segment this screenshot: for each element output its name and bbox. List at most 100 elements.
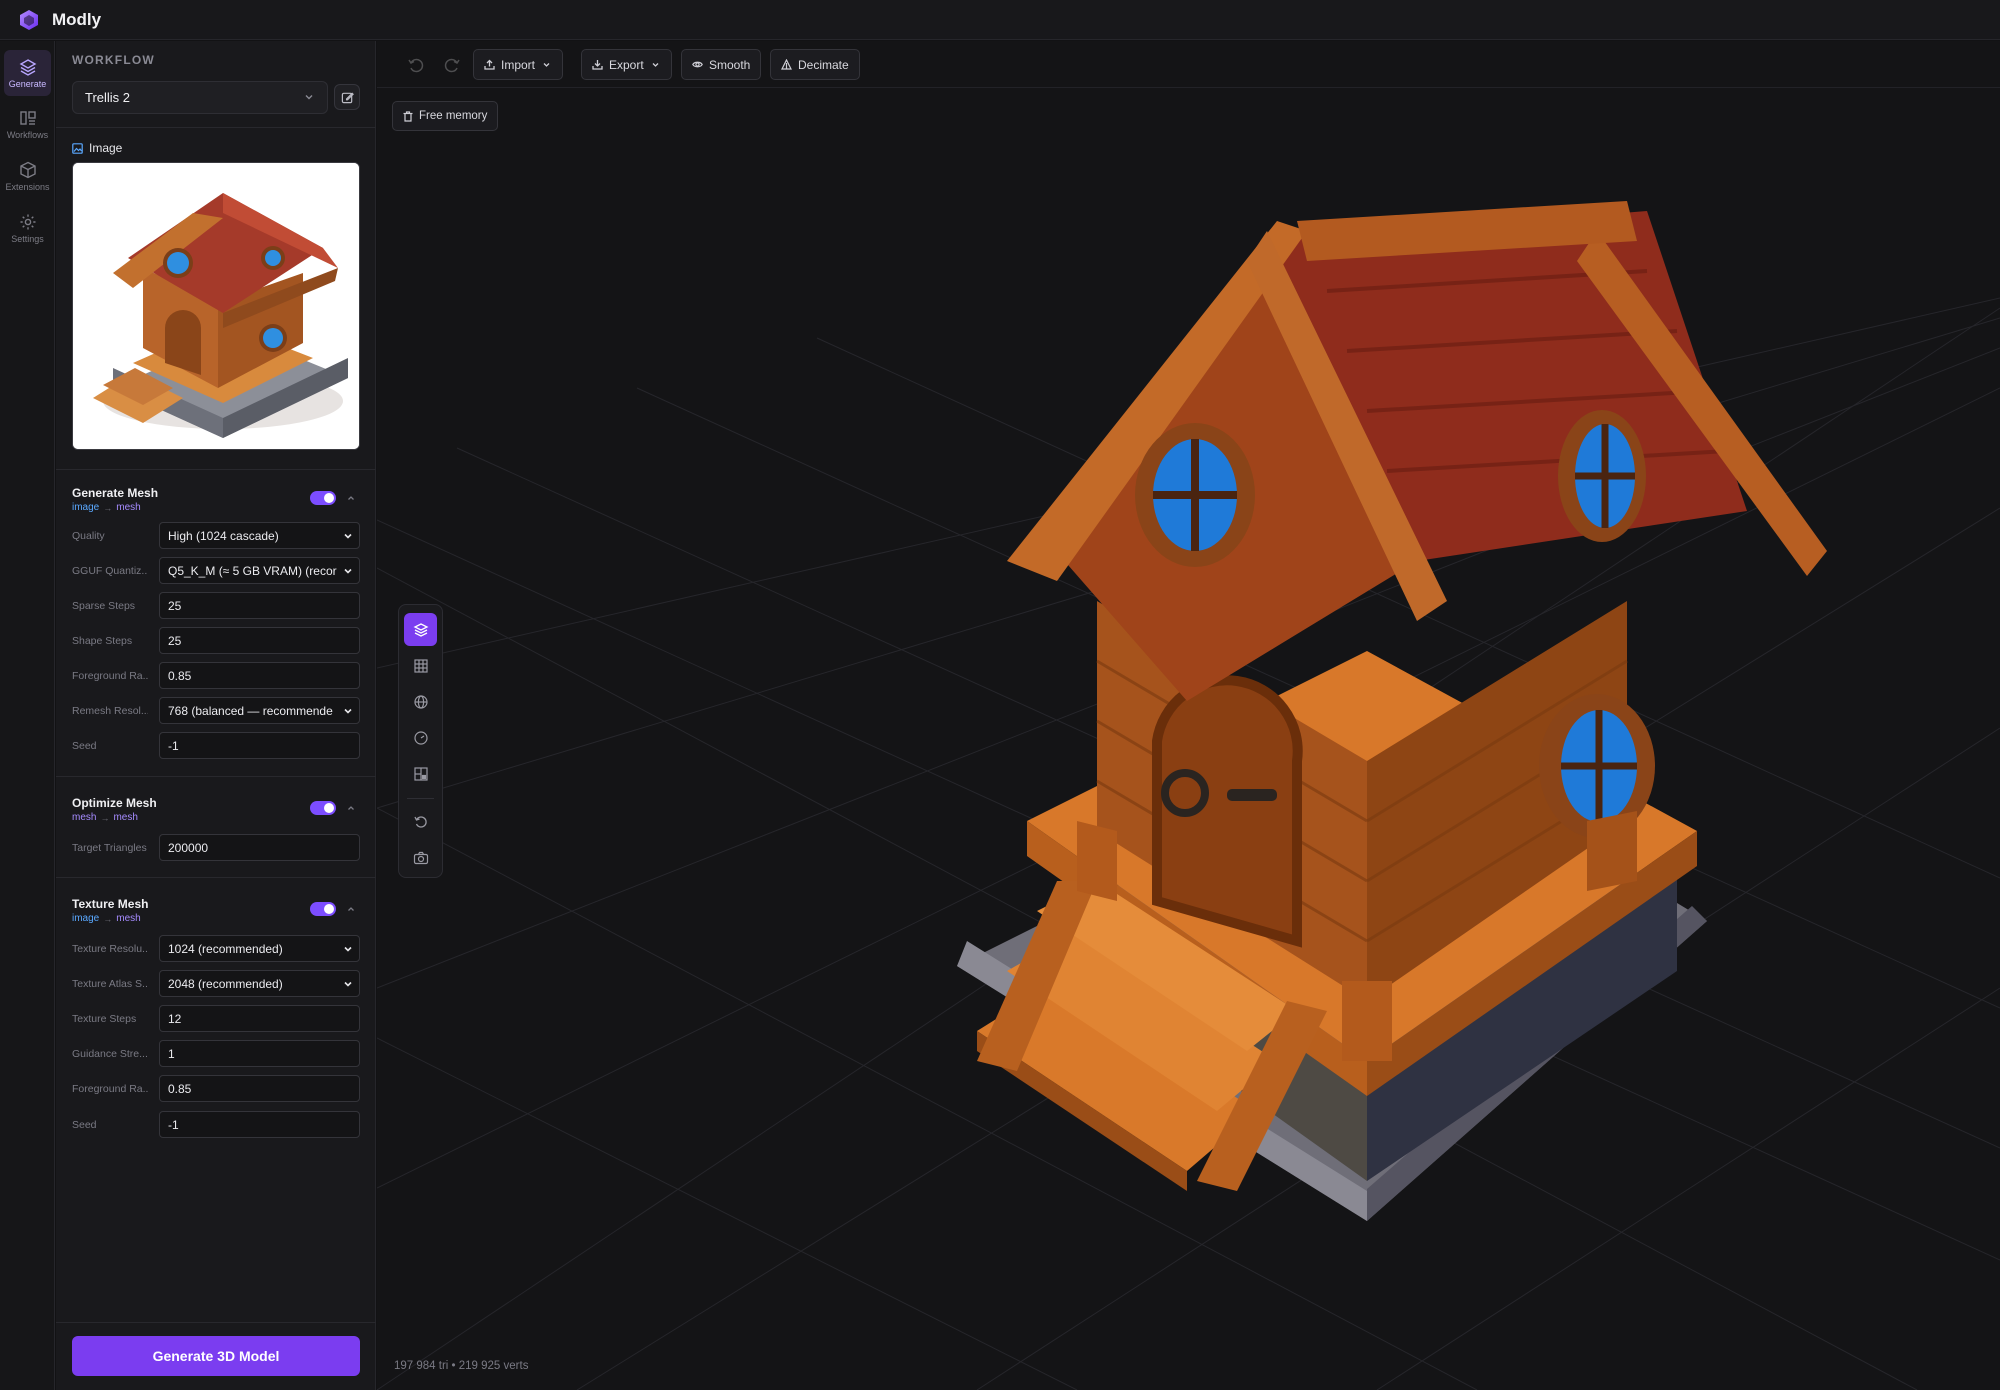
edit-workflow-button[interactable] [334,84,360,110]
view-mode-wireframe[interactable] [404,649,437,682]
texture-foreground-ratio-input[interactable]: 0.85 [159,1075,360,1102]
chevron-down-icon [344,568,352,574]
sparse-steps-input[interactable]: 25 [159,592,360,619]
field-value: High (1024 cascade) [168,528,279,543]
rail-item-generate[interactable]: Generate [4,50,51,96]
texture-seed-input[interactable]: -1 [159,1111,360,1138]
layers-icon [413,622,428,637]
chevron-up-icon[interactable] [346,904,356,914]
title-bar: Modly [0,0,2000,40]
free-memory-label: Free memory [419,110,488,122]
cube-icon [19,161,36,178]
field-value: 25 [168,633,182,648]
decimate-button[interactable]: Decimate [770,49,860,80]
texture-atlas-size-select[interactable]: 2048 (recommended) [159,970,360,997]
rail-label: Settings [11,233,44,244]
view-mode-environment[interactable] [404,685,437,718]
view-mode-normals[interactable] [404,721,437,754]
guidance-strength-input[interactable]: 1 [159,1040,360,1067]
chevron-up-icon[interactable] [346,493,356,503]
field-label: Shape Steps [72,635,133,647]
rail-item-extensions[interactable]: Extensions [4,153,51,199]
field-value: 1024 (recommended) [168,941,283,956]
mesh-stats: 197 984 tri • 219 925 verts [394,1360,529,1372]
seed-input[interactable]: -1 [159,732,360,759]
field-value: 768 (balanced — recommende [168,703,333,718]
remesh-resolution-select[interactable]: 768 (balanced — recommende [159,697,360,724]
free-memory-button[interactable]: Free memory [392,101,499,131]
screenshot-button[interactable] [404,841,437,874]
house-thumbnail [73,163,359,449]
chevron-down-icon [344,708,352,714]
image-label: Image [89,141,123,155]
app-title: Modly [52,9,102,29]
image-section-label: Image [72,141,122,155]
rail-item-workflows[interactable]: Workflows [4,101,51,147]
field-label: Texture Steps [72,1013,137,1025]
edit-icon [341,91,354,103]
io-output: mesh [116,913,141,924]
columns-icon [19,110,36,125]
field-label: Seed [72,740,97,752]
arrow-icon: → [100,812,110,823]
trash-icon [403,110,413,122]
export-button[interactable]: Export [581,49,672,80]
texture-mesh-toggle[interactable] [310,902,336,916]
3d-viewport[interactable]: Import Export Smooth Decimate Free memor… [377,41,2000,1390]
gguf-quantization-select[interactable]: Q5_K_M (≈ 5 GB VRAM) (recor [159,557,360,584]
chevron-down-icon [305,95,313,100]
field-value: 1 [168,1046,175,1061]
generate-3d-model-button[interactable]: Generate 3D Model [72,1336,360,1376]
field-value: 0.85 [168,668,192,683]
view-mode-textured[interactable] [404,613,437,646]
smooth-label: Smooth [709,57,751,72]
view-tools [398,604,443,878]
arrow-icon: → [103,502,113,513]
foreground-ratio-input[interactable]: 0.85 [159,662,360,689]
divider [56,1322,376,1323]
undo-icon[interactable] [406,55,426,75]
chevron-down-icon [344,981,352,987]
texture-steps-input[interactable]: 12 [159,1005,360,1032]
view-mode-uv[interactable] [404,757,437,790]
field-label: Foreground Ra... [72,670,148,682]
workflow-select[interactable]: Trellis 2 [72,81,328,114]
field-value: 0.85 [168,1081,192,1096]
divider [56,877,376,878]
texture-resolution-select[interactable]: 1024 (recommended) [159,935,360,962]
input-image[interactable] [72,162,360,450]
field-value: 12 [168,1011,182,1026]
nav-rail: Generate Workflows Extensions Settings [0,41,55,1390]
node-title-texture-mesh: Texture Mesh [72,897,149,911]
optimize-mesh-toggle[interactable] [310,801,336,815]
io-output: mesh [113,812,138,823]
smooth-button[interactable]: Smooth [681,49,762,80]
reset-view-button[interactable] [404,805,437,838]
redo-icon[interactable] [442,55,462,75]
field-value: 25 [168,598,182,613]
generate-mesh-toggle[interactable] [310,491,336,505]
field-value: 2048 (recommended) [168,976,283,991]
import-label: Import [501,57,536,72]
field-label: Texture Atlas S... [72,978,148,990]
shape-steps-input[interactable]: 25 [159,627,360,654]
field-label: GGUF Quantiz... [72,565,148,577]
io-output: mesh [116,502,141,513]
rail-label: Workflows [6,129,49,140]
chevron-down-icon [543,63,550,67]
panel-heading: WORKFLOW [72,53,155,67]
image-icon [72,142,83,154]
divider [56,127,376,128]
download-icon [592,60,603,70]
quality-select[interactable]: High (1024 cascade) [159,522,360,549]
modly-logo [20,9,38,30]
house-model [957,201,1827,1221]
field-label: Texture Resolu... [72,943,148,955]
rail-item-settings[interactable]: Settings [4,205,51,251]
field-label: Foreground Ra... [72,1083,148,1095]
import-button[interactable]: Import [473,49,564,80]
rail-label: Extensions [5,181,50,192]
chevron-up-icon[interactable] [346,803,356,813]
target-triangles-input[interactable]: 200000 [159,834,360,861]
camera-icon [413,851,428,864]
